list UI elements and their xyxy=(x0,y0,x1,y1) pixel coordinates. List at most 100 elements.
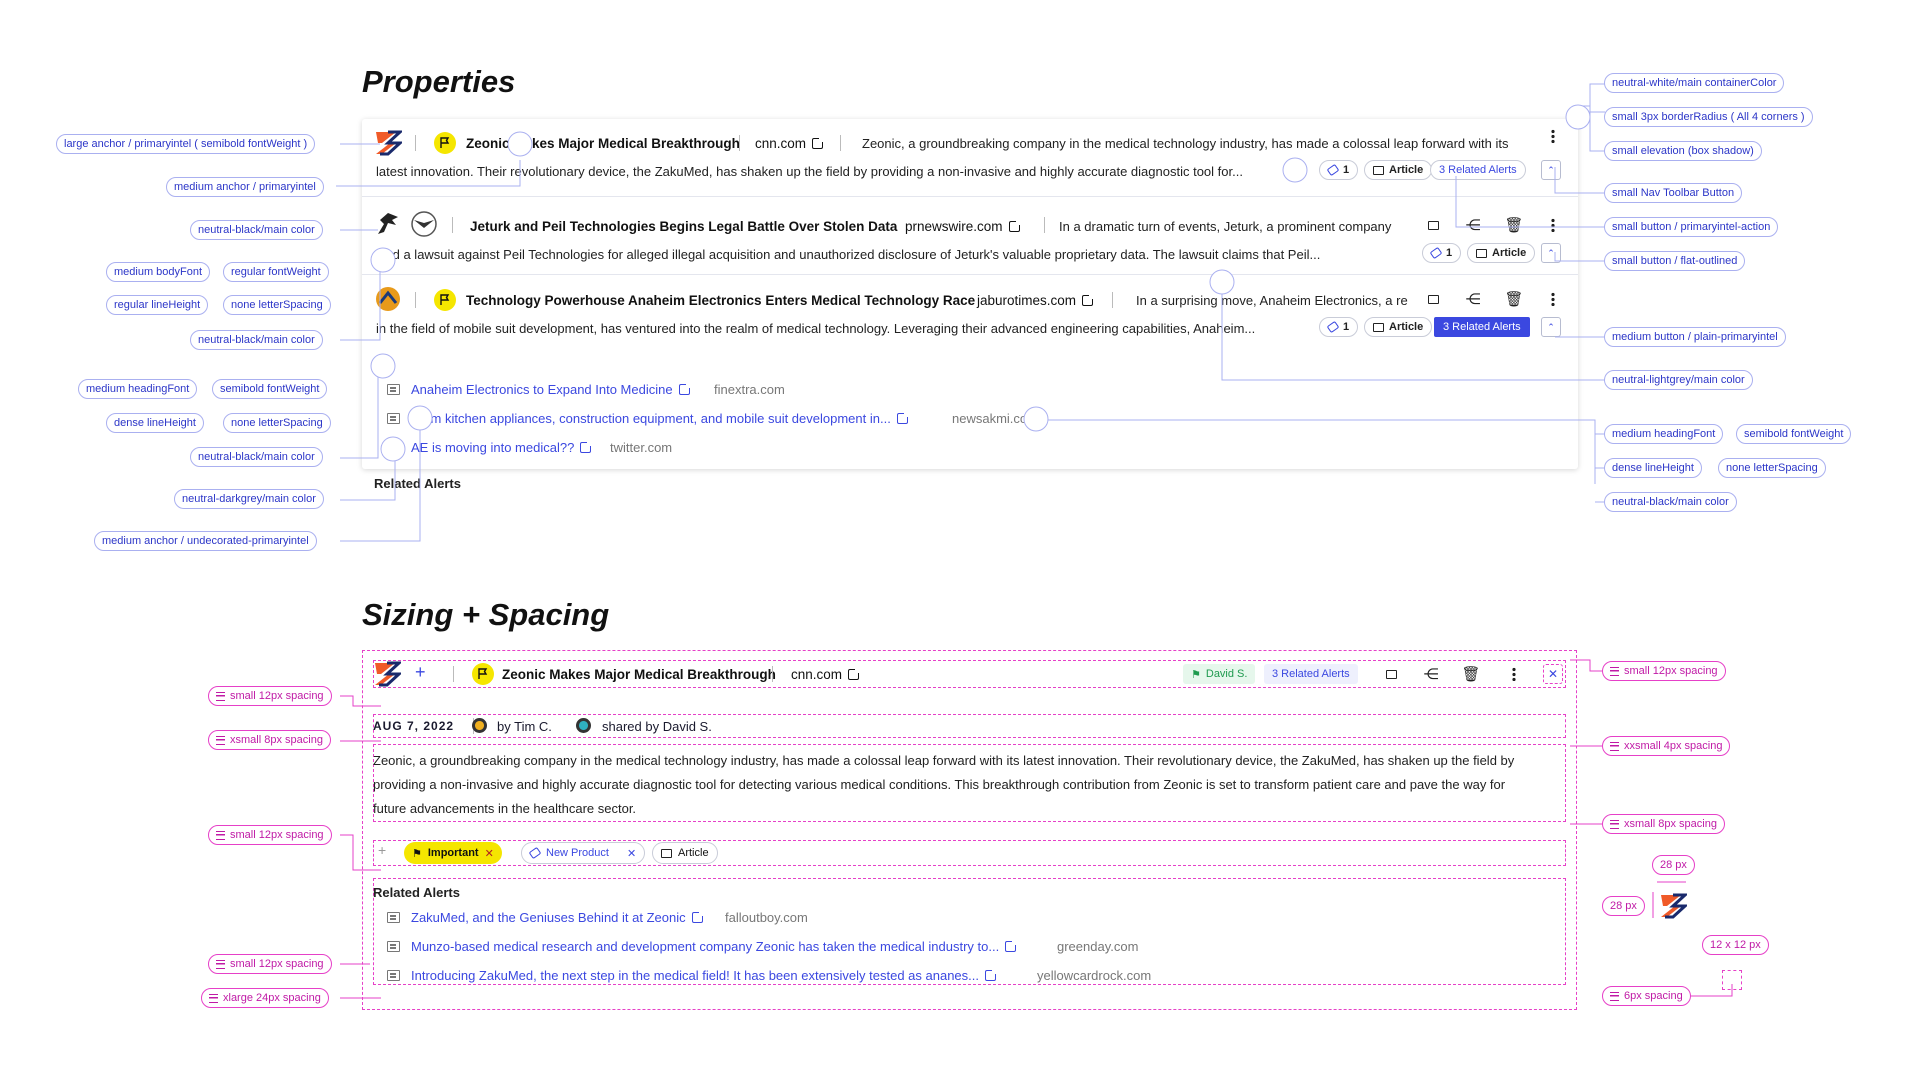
annotation-pill: small button / flat-outlined xyxy=(1604,251,1746,271)
tag-icon xyxy=(528,846,542,860)
article-icon xyxy=(1476,248,1487,258)
article-toolbar-icon[interactable] xyxy=(1423,289,1443,309)
related-alert-link[interactable]: ZakuMed, and the Geniuses Behind it at Z… xyxy=(411,910,704,925)
alert-headline[interactable]: Zeonic Makes Major Medical Breakthrough xyxy=(502,667,776,682)
external-link-icon xyxy=(848,668,861,680)
external-link-icon xyxy=(985,969,998,981)
article-tag[interactable]: Article xyxy=(652,842,718,864)
alert-headline[interactable]: Jeturk and Peil Technologies Begins Lega… xyxy=(470,219,897,234)
annotation-pill: semibold fontWeight xyxy=(1736,424,1852,444)
article-icon xyxy=(1373,165,1384,175)
alert-list-card: Zeonic Makes Major Medical Breakthrough … xyxy=(362,119,1578,491)
article-chip[interactable]: Article xyxy=(1364,160,1433,180)
related-alert-domain: finextra.com xyxy=(714,382,785,397)
related-alert-link[interactable]: Introducing ZakuMed, the next step in th… xyxy=(411,968,998,983)
spacing-annotation: xsmall 8px spacing xyxy=(208,730,331,750)
article-toolbar-icon[interactable] xyxy=(1423,215,1443,235)
annotation-pill: semibold fontWeight xyxy=(212,379,328,399)
annotation-pill: medium anchor / undecorated-primaryintel xyxy=(94,531,317,551)
tag-icon xyxy=(1429,246,1443,260)
related-alert-domain: yellowcardrock.com xyxy=(1037,968,1152,983)
alert-domain[interactable]: cnn.com xyxy=(791,667,861,682)
annotation-pill: neutral-darkgrey/main color xyxy=(174,489,324,509)
size-label: 28 px xyxy=(1602,896,1645,916)
article-chip[interactable]: Article xyxy=(1467,243,1536,263)
collapse-toggle-button[interactable]: ⌃ xyxy=(1541,317,1561,337)
related-alert-link[interactable]: From kitchen appliances, construction eq… xyxy=(411,411,909,426)
annotation-pill: regular lineHeight xyxy=(106,295,209,315)
remove-tag-icon[interactable]: ✕ xyxy=(627,847,636,860)
related-alert-link[interactable]: AE is moving into medical?? xyxy=(411,440,593,455)
close-icon[interactable]: ✕ xyxy=(1543,664,1563,684)
shared-by: shared by David S. xyxy=(602,719,712,734)
expand-toggle-button[interactable]: ⌃ xyxy=(1541,160,1561,180)
alert-domain[interactable]: jaburotimes.com xyxy=(977,293,1095,308)
related-alerts-button[interactable]: 3 Related Alerts xyxy=(1430,160,1526,180)
flag-icon[interactable] xyxy=(434,289,456,311)
annotation-pill: small elevation (box shadow) xyxy=(1604,141,1762,161)
external-link-icon xyxy=(812,137,825,149)
related-alerts-button[interactable]: 3 Related Alerts xyxy=(1264,664,1358,684)
annotation-pill: dense lineHeight xyxy=(1604,458,1702,478)
spacing-annotation: small 12px spacing xyxy=(208,825,332,845)
alert-domain[interactable]: cnn.com xyxy=(755,136,825,151)
article-chip[interactable]: Article xyxy=(1364,317,1433,337)
related-alert-domain: twitter.com xyxy=(610,440,673,455)
article-toolbar-icon[interactable] xyxy=(1381,664,1401,684)
alert-headline[interactable]: Technology Powerhouse Anaheim Electronic… xyxy=(466,293,975,308)
alert-snippet-continued: in the field of mobile suit development,… xyxy=(376,321,1256,336)
delete-icon[interactable]: 🗑 xyxy=(1461,664,1481,684)
annotation-pill: dense lineHeight xyxy=(106,413,204,433)
share-icon[interactable]: ⋲ xyxy=(1421,664,1441,684)
alert-row[interactable]: Zeonic Makes Major Medical Breakthrough … xyxy=(362,119,1578,197)
flag-icon[interactable] xyxy=(472,663,494,685)
delete-icon[interactable]: 🗑 xyxy=(1504,289,1524,309)
bookmark-chip[interactable]: ⚑ David S. xyxy=(1183,664,1256,684)
alert-headline[interactable]: Zeonic Makes Major Medical Breakthrough xyxy=(466,136,740,151)
divider xyxy=(1112,292,1113,308)
more-options-icon[interactable] xyxy=(1551,129,1555,143)
important-tag[interactable]: ⚑ Important ✕ xyxy=(404,842,502,864)
related-alert-link[interactable]: Anaheim Electronics to Expand Into Medic… xyxy=(411,382,691,397)
more-options-icon[interactable] xyxy=(1551,218,1555,232)
alert-snippet: Zeonic, a groundbreaking company in the … xyxy=(862,136,1509,151)
article-icon xyxy=(1373,322,1384,332)
zeonic-logo-icon xyxy=(376,130,402,156)
tag-icon xyxy=(1326,163,1340,177)
zeonic-logo-icon xyxy=(375,661,401,687)
news-icon xyxy=(387,912,400,923)
more-options-icon[interactable] xyxy=(1512,667,1516,681)
share-icon[interactable]: ⋲ xyxy=(1463,289,1483,309)
tag-count-button[interactable]: 1 xyxy=(1319,160,1359,180)
share-icon[interactable]: ⋲ xyxy=(1463,215,1483,235)
alert-body-line: Zeonic, a groundbreaking company in the … xyxy=(373,753,1515,768)
tag-count-button[interactable]: 1 xyxy=(1319,317,1359,337)
related-alert-link[interactable]: Munzo-based medical research and develop… xyxy=(411,939,1018,954)
alert-domain[interactable]: prnewswire.com xyxy=(905,219,1021,234)
tag-count-button[interactable]: 1 xyxy=(1422,243,1462,263)
news-icon xyxy=(387,413,400,424)
more-options-icon[interactable] xyxy=(1551,292,1555,306)
delete-icon[interactable]: 🗑 xyxy=(1504,215,1524,235)
related-alert-domain: falloutboy.com xyxy=(725,910,808,925)
alert-row[interactable]: Jeturk and Peil Technologies Begins Lega… xyxy=(362,197,1578,275)
new-product-tag[interactable]: New Product ✕ xyxy=(521,842,646,864)
add-icon[interactable]: + xyxy=(415,662,426,683)
remove-tag-icon[interactable]: ✕ xyxy=(485,847,494,860)
spacing-annotation: 6px spacing xyxy=(1602,986,1691,1006)
flag-icon[interactable] xyxy=(434,132,456,154)
annotation-pill: neutral-black/main color xyxy=(190,447,323,467)
divider xyxy=(452,217,453,233)
related-alerts-heading: Related Alerts xyxy=(373,885,460,900)
annotation-pill: small 3px borderRadius ( All 4 corners ) xyxy=(1604,107,1813,127)
add-tag-icon[interactable]: + xyxy=(378,842,386,858)
divider xyxy=(772,666,773,682)
expand-toggle-button[interactable]: ⌃ xyxy=(1541,243,1561,263)
peil-logo-icon xyxy=(411,211,437,237)
related-alerts-button[interactable]: 3 Related Alerts xyxy=(1434,317,1530,337)
size-label: 12 x 12 px xyxy=(1702,935,1769,955)
news-icon xyxy=(387,941,400,952)
spacing-annotation: small 12px spacing xyxy=(208,686,332,706)
alert-snippet: In a dramatic turn of events, Jeturk, a … xyxy=(1059,219,1392,234)
alert-body-line: future advancements in the healthcare se… xyxy=(373,801,637,816)
